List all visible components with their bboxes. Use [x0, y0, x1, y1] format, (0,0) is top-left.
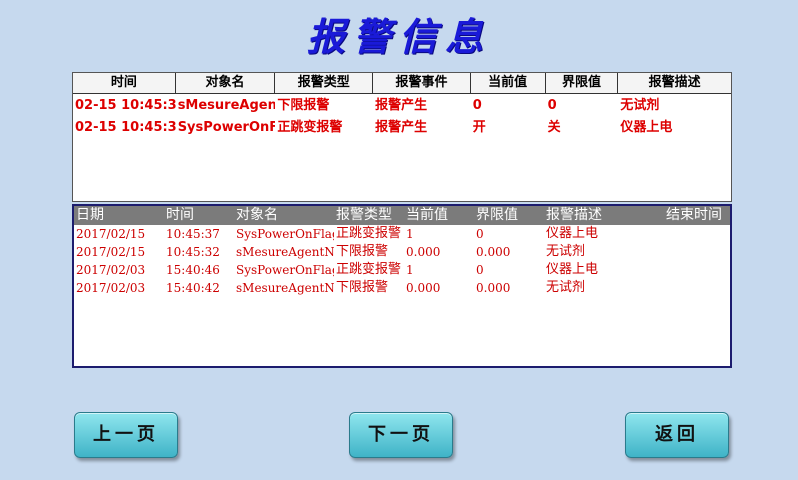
- active-alarm-table[interactable]: 时间 对象名 报警类型 报警事件 当前值 界限值 报警描述 02-15 10:4…: [72, 72, 732, 202]
- cell-time: 15:40:46: [166, 263, 220, 277]
- cell-object: sMesureAgentNu: [236, 281, 334, 295]
- cell-type: 正跳变报警: [277, 120, 343, 135]
- col-header-time[interactable]: 时间: [73, 73, 176, 93]
- cell-current: 1: [406, 263, 414, 277]
- cell-time: 10:45:37: [166, 227, 220, 241]
- table-row[interactable]: 2017/02/03 15:40:42 sMesureAgentNu 下限报警 …: [74, 279, 730, 297]
- cell-desc: 无试剂: [546, 244, 586, 259]
- col-header-event[interactable]: 报警事件: [373, 73, 471, 93]
- cell-object: SysPowerOnFlag: [236, 227, 334, 241]
- col-header-desc[interactable]: 报警描述: [618, 73, 731, 93]
- cell-limit: 0: [476, 263, 484, 277]
- col-header-type[interactable]: 报警类型: [275, 73, 374, 93]
- next-page-button[interactable]: 下一页: [349, 412, 453, 458]
- cell-limit: 关: [547, 120, 561, 135]
- cell-desc: 无试剂: [620, 98, 660, 113]
- hist-col-limit[interactable]: 界限值: [474, 206, 544, 225]
- history-alarm-table[interactable]: 日期 时间 对象名 报警类型 当前值 界限值 报警描述 结束时间 2017/02…: [72, 204, 732, 368]
- hist-col-date[interactable]: 日期: [74, 206, 164, 225]
- table-row[interactable]: 2017/02/15 10:45:37 SysPowerOnFlag 正跳变报警…: [74, 225, 730, 243]
- hist-col-type[interactable]: 报警类型: [334, 206, 404, 225]
- cell-desc: 无试剂: [546, 280, 586, 295]
- cell-time: 10:45:32: [166, 245, 220, 259]
- cell-time: 15:40:42: [166, 281, 220, 295]
- cell-desc: 仪器上电: [546, 226, 599, 241]
- back-button[interactable]: 返回: [625, 412, 729, 458]
- col-header-limit[interactable]: 界限值: [546, 73, 619, 93]
- cell-date: 2017/02/03: [76, 281, 146, 295]
- cell-current: 开: [472, 120, 486, 135]
- cell-type: 下限报警: [336, 244, 389, 259]
- active-alarm-header: 时间 对象名 报警类型 报警事件 当前值 界限值 报警描述: [73, 73, 731, 94]
- cell-type: 正跳变报警: [336, 226, 402, 241]
- table-row[interactable]: 02-15 10:45:37. SysPowerOnFl 正跳变报警 报警产生 …: [73, 118, 731, 138]
- cell-type: 下限报警: [277, 98, 330, 113]
- cell-current: 0.000: [406, 245, 441, 259]
- cell-current: 0.000: [406, 281, 441, 295]
- table-row[interactable]: 2017/02/15 10:45:32 sMesureAgentNu 下限报警 …: [74, 243, 730, 261]
- col-header-current[interactable]: 当前值: [471, 73, 546, 93]
- cell-current: 0: [472, 98, 482, 113]
- cell-object: SysPowerOnFlag: [236, 263, 334, 277]
- cell-event: 报警产生: [375, 120, 428, 135]
- cell-current: 1: [406, 227, 414, 241]
- cell-limit: 0: [547, 98, 557, 113]
- cell-type: 下限报警: [336, 280, 389, 295]
- cell-object: SysPowerOnFl: [177, 120, 276, 135]
- prev-page-button[interactable]: 上一页: [74, 412, 178, 458]
- cell-limit: 0.000: [476, 245, 511, 259]
- hist-col-object[interactable]: 对象名: [234, 206, 334, 225]
- hist-col-time[interactable]: 时间: [164, 206, 234, 225]
- cell-desc: 仪器上电: [546, 262, 599, 277]
- cell-end-time: [664, 261, 730, 279]
- cell-date: 2017/02/15: [76, 245, 146, 259]
- col-header-object[interactable]: 对象名: [176, 73, 276, 93]
- cell-object: sMesureAgentNu: [236, 245, 334, 259]
- cell-event: 报警产生: [375, 98, 428, 113]
- cell-desc: 仪器上电: [620, 120, 673, 135]
- cell-end-time: [664, 279, 730, 297]
- cell-limit: 0: [476, 227, 484, 241]
- cell-time: 02-15 10:45:32.: [75, 98, 176, 113]
- cell-limit: 0.000: [476, 281, 511, 295]
- cell-object: sMesureAgentl: [177, 98, 276, 113]
- hist-col-current[interactable]: 当前值: [404, 206, 474, 225]
- table-row[interactable]: 02-15 10:45:32. sMesureAgentl 下限报警 报警产生 …: [73, 96, 731, 116]
- history-header: 日期 时间 对象名 报警类型 当前值 界限值 报警描述 结束时间: [74, 206, 730, 225]
- cell-time: 02-15 10:45:37.: [75, 120, 176, 135]
- hist-col-end-time[interactable]: 结束时间: [664, 206, 730, 225]
- cell-type: 正跳变报警: [336, 262, 402, 277]
- cell-end-time: [664, 225, 730, 243]
- hist-col-desc[interactable]: 报警描述: [544, 206, 664, 225]
- cell-end-time: [664, 243, 730, 261]
- table-row[interactable]: 2017/02/03 15:40:46 SysPowerOnFlag 正跳变报警…: [74, 261, 730, 279]
- cell-date: 2017/02/03: [76, 263, 146, 277]
- page-title: 报警信息: [306, 14, 491, 59]
- cell-date: 2017/02/15: [76, 227, 146, 241]
